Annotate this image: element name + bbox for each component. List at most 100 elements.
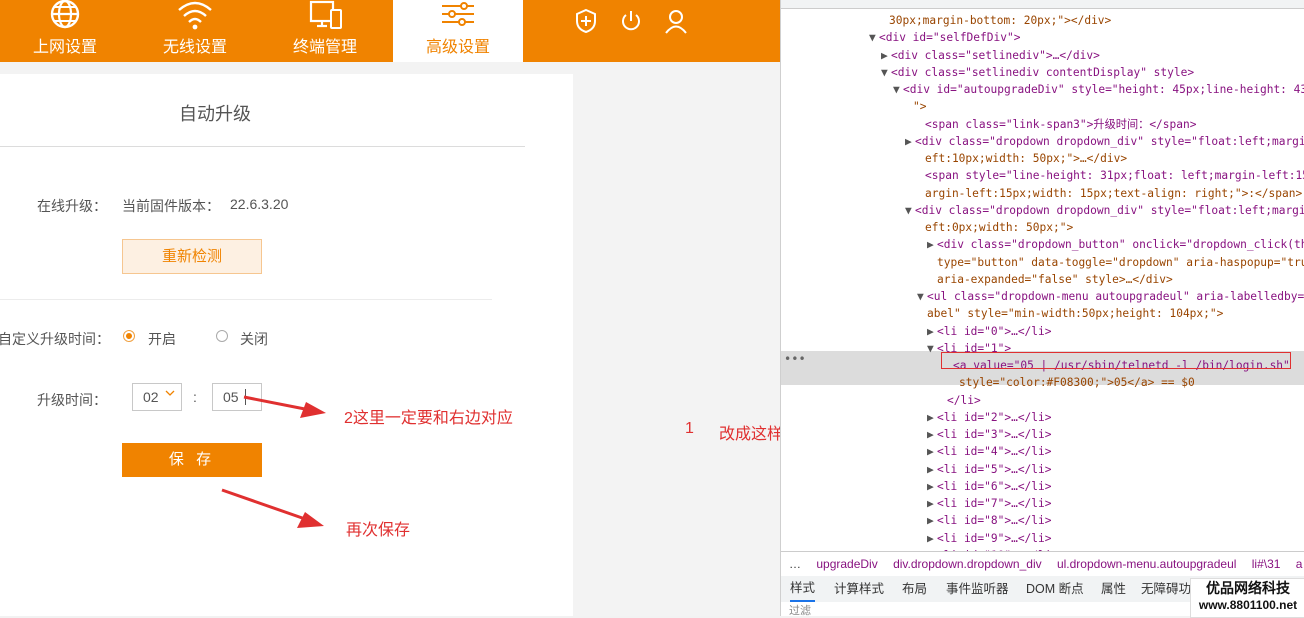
power-icon[interactable] bbox=[619, 8, 643, 34]
tab-dom-breakpoints[interactable]: DOM 断点 bbox=[1026, 576, 1084, 602]
dom-tree-line[interactable]: ▼ <div class="dropdown dropdown_div" styl… bbox=[905, 202, 1304, 219]
expand-triangle-icon[interactable]: ▼ bbox=[893, 81, 903, 98]
radio-enable[interactable] bbox=[123, 330, 135, 342]
tab-layout[interactable]: 布局 bbox=[902, 576, 927, 602]
dom-tree-line[interactable]: ▼ <div class="setlinediv contentDisplay" … bbox=[881, 64, 1194, 81]
dom-tree-line[interactable]: ▶ <li id="0">…</li> bbox=[927, 323, 1052, 340]
breadcrumb-item[interactable]: a bbox=[1296, 557, 1303, 571]
dom-tree-text: <div id="autoupgradeDiv" style="height: … bbox=[903, 83, 1304, 96]
dom-tree-line[interactable]: </li> bbox=[937, 392, 981, 409]
more-options-icon[interactable]: ••• bbox=[784, 352, 806, 366]
expand-triangle-icon[interactable]: ▼ bbox=[917, 288, 927, 305]
dom-tree-text: <li id="9">…</li> bbox=[937, 531, 1052, 545]
dom-tree-line[interactable]: style="color:#F08300;">05</a> == $0 bbox=[949, 374, 1195, 391]
dom-tree-line[interactable]: abel" style="min-width:50px;height: 104p… bbox=[917, 305, 1223, 322]
dom-tree-line[interactable]: ▼ <div id="autoupgradeDiv" style="height:… bbox=[893, 81, 1304, 98]
dom-tree-line[interactable]: ▶ <div class="setlinediv">…</div> bbox=[881, 47, 1100, 64]
hour-dropdown[interactable]: 02 bbox=[132, 383, 182, 411]
dom-tree-text: </li> bbox=[947, 393, 981, 407]
breadcrumb-item[interactable]: li#\31 bbox=[1252, 557, 1281, 571]
expand-triangle-icon[interactable]: ▶ bbox=[927, 512, 937, 529]
nav-tab-devices[interactable]: 终端管理 bbox=[260, 0, 390, 62]
dom-tree-line[interactable]: "> bbox=[903, 98, 926, 115]
nav-tab-internet[interactable]: 上网设置 bbox=[0, 0, 130, 62]
expand-triangle-icon[interactable]: ▶ bbox=[927, 478, 937, 495]
dom-tree-text: <span style="line-height: 31px;float: le… bbox=[925, 169, 1304, 183]
expand-triangle-icon[interactable]: ▶ bbox=[927, 409, 937, 426]
dom-tree-line[interactable]: ▶ <li id="5">…</li> bbox=[927, 461, 1052, 478]
breadcrumb-item[interactable]: div.dropdown.dropdown_div bbox=[893, 557, 1042, 571]
dom-tree-text: eft:0px;width: 50px;"> bbox=[925, 221, 1074, 234]
devtools-tabbar bbox=[781, 0, 1304, 9]
dom-tree-line[interactable]: <span class="link-span3">升级时间：</span> bbox=[915, 116, 1196, 133]
dom-tree-text: <div class="setlinediv">…</div> bbox=[891, 48, 1100, 62]
dom-tree-line[interactable]: ▶ <li id="7">…</li> bbox=[927, 495, 1052, 512]
user-icon[interactable] bbox=[664, 8, 688, 34]
dom-tree-text: type="button" data-toggle="dropdown" ari… bbox=[937, 255, 1304, 269]
dom-tree-line[interactable]: ▶ <li id="4">…</li> bbox=[927, 443, 1052, 460]
annotation-step-number: 1 bbox=[685, 420, 694, 437]
breadcrumb-item[interactable]: upgradeDiv bbox=[816, 557, 877, 571]
radio-disable[interactable] bbox=[216, 330, 228, 342]
expand-triangle-icon[interactable]: ▶ bbox=[927, 461, 937, 478]
nav-label: 无线设置 bbox=[162, 39, 227, 56]
dom-tree-line[interactable]: ▶ <li id="9">…</li> bbox=[927, 530, 1052, 547]
recheck-button[interactable]: 重新检测 bbox=[122, 239, 262, 274]
expand-triangle-icon[interactable]: ▶ bbox=[927, 530, 937, 547]
dom-tree-text: <div class="dropdown_button" onclick="dr… bbox=[937, 238, 1304, 252]
expand-triangle-icon[interactable]: ▶ bbox=[927, 426, 937, 443]
shield-plus-icon[interactable] bbox=[574, 8, 598, 34]
dom-breadcrumb: … upgradeDiv div.dropdown.dropdown_div u… bbox=[781, 551, 1304, 577]
tab-computed[interactable]: 计算样式 bbox=[834, 576, 884, 602]
dom-tree-text: <div id="selfDefDiv"> bbox=[879, 31, 1021, 45]
expand-triangle-icon[interactable]: ▶ bbox=[927, 495, 937, 512]
expand-triangle-icon[interactable]: ▶ bbox=[927, 443, 937, 460]
expand-triangle-icon[interactable]: ▼ bbox=[881, 64, 891, 81]
expand-triangle-icon[interactable]: ▶ bbox=[927, 323, 937, 340]
dom-tree-line[interactable]: eft:10px;width: 50px;">…</div> bbox=[915, 150, 1127, 167]
dom-tree-text: abel" style="min-width:50px;height: 104p… bbox=[927, 307, 1224, 321]
dom-tree-line[interactable]: ▼ <ul class="dropdown-menu autoupgradeul"… bbox=[917, 288, 1304, 305]
breadcrumb-ellipsis[interactable]: … bbox=[789, 557, 801, 571]
dom-tree-line[interactable]: ▶ <li id="6">…</li> bbox=[927, 478, 1052, 495]
dom-tree-line[interactable]: eft:0px;width: 50px;"> bbox=[915, 219, 1073, 236]
breadcrumb-item[interactable]: ul.dropdown-menu.autoupgradeul bbox=[1057, 557, 1236, 571]
dom-tree-text: style="color:#F08300;">05</a> == $0 bbox=[959, 376, 1195, 390]
annotation-note-save-again: 再次保存 bbox=[346, 522, 411, 539]
dom-tree-line[interactable]: ▶ <div class="dropdown dropdown_div" styl… bbox=[905, 133, 1304, 150]
tab-styles[interactable]: 样式 bbox=[790, 576, 816, 602]
dom-tree-text: aria-expanded="false" style>…</div> bbox=[937, 272, 1173, 286]
dom-tree-line[interactable]: ▶ <li id="8">…</li> bbox=[927, 512, 1052, 529]
nav-tab-advanced[interactable]: 高级设置 bbox=[393, 0, 523, 62]
expand-triangle-icon[interactable]: ▶ bbox=[927, 236, 937, 253]
expand-triangle-icon[interactable]: ▶ bbox=[881, 47, 891, 64]
dom-tree-line[interactable]: 30px;margin-bottom: 20px;"></div> bbox=[879, 12, 1111, 29]
nav-tab-wireless[interactable]: 无线设置 bbox=[130, 0, 260, 62]
dom-tree-text: <div class="setlinediv contentDisplay" s… bbox=[891, 65, 1195, 79]
dom-tree-line[interactable]: ▼ <div id="selfDefDiv"> bbox=[869, 29, 1020, 46]
dom-tree-text: <li id="0">…</li> bbox=[937, 324, 1052, 338]
radio-enable-label: 开启 bbox=[148, 331, 176, 347]
expand-triangle-icon[interactable]: ▼ bbox=[905, 202, 915, 219]
dom-tree-line[interactable]: aria-expanded="false" style>…</div> bbox=[927, 271, 1173, 288]
save-button[interactable]: 保 存 bbox=[122, 443, 262, 477]
dom-tree-line[interactable]: ▶ <li id="3">…</li> bbox=[927, 426, 1052, 443]
watermark-title: 优品网络科技 bbox=[1206, 580, 1290, 596]
expand-triangle-icon[interactable]: ▶ bbox=[905, 133, 915, 150]
devtools-panel: ••• 30px;margin-bottom: 20px;"></div> ▼ <d… bbox=[780, 0, 1304, 616]
dom-tree-line[interactable]: ▶ <li id="2">…</li> bbox=[927, 409, 1052, 426]
expand-triangle-icon[interactable]: ▼ bbox=[927, 340, 937, 357]
tab-event-listeners[interactable]: 事件监听器 bbox=[946, 576, 1009, 602]
dom-tree-line[interactable]: <span style="line-height: 31px;float: le… bbox=[915, 167, 1304, 184]
dom-tree-line[interactable]: type="button" data-toggle="dropdown" ari… bbox=[927, 254, 1304, 271]
tab-properties[interactable]: 属性 bbox=[1101, 576, 1126, 602]
dom-tree-text: <li id="7">…</li> bbox=[937, 497, 1052, 510]
expand-triangle-icon[interactable]: ▼ bbox=[869, 29, 879, 46]
minute-dropdown[interactable]: 05 bbox=[212, 383, 262, 411]
dom-tree-line[interactable]: argin-left:15px;width: 15px;text-align: … bbox=[915, 185, 1302, 202]
dom-tree-text: "> bbox=[913, 100, 927, 114]
dom-tree-text: <li id="8">…</li> bbox=[937, 514, 1052, 528]
dom-tree-line[interactable]: ▶ <div class="dropdown_button" onclick="d… bbox=[927, 236, 1304, 253]
watermark-url: www.8801100.net bbox=[1198, 598, 1298, 612]
highlight-box bbox=[941, 352, 1291, 369]
